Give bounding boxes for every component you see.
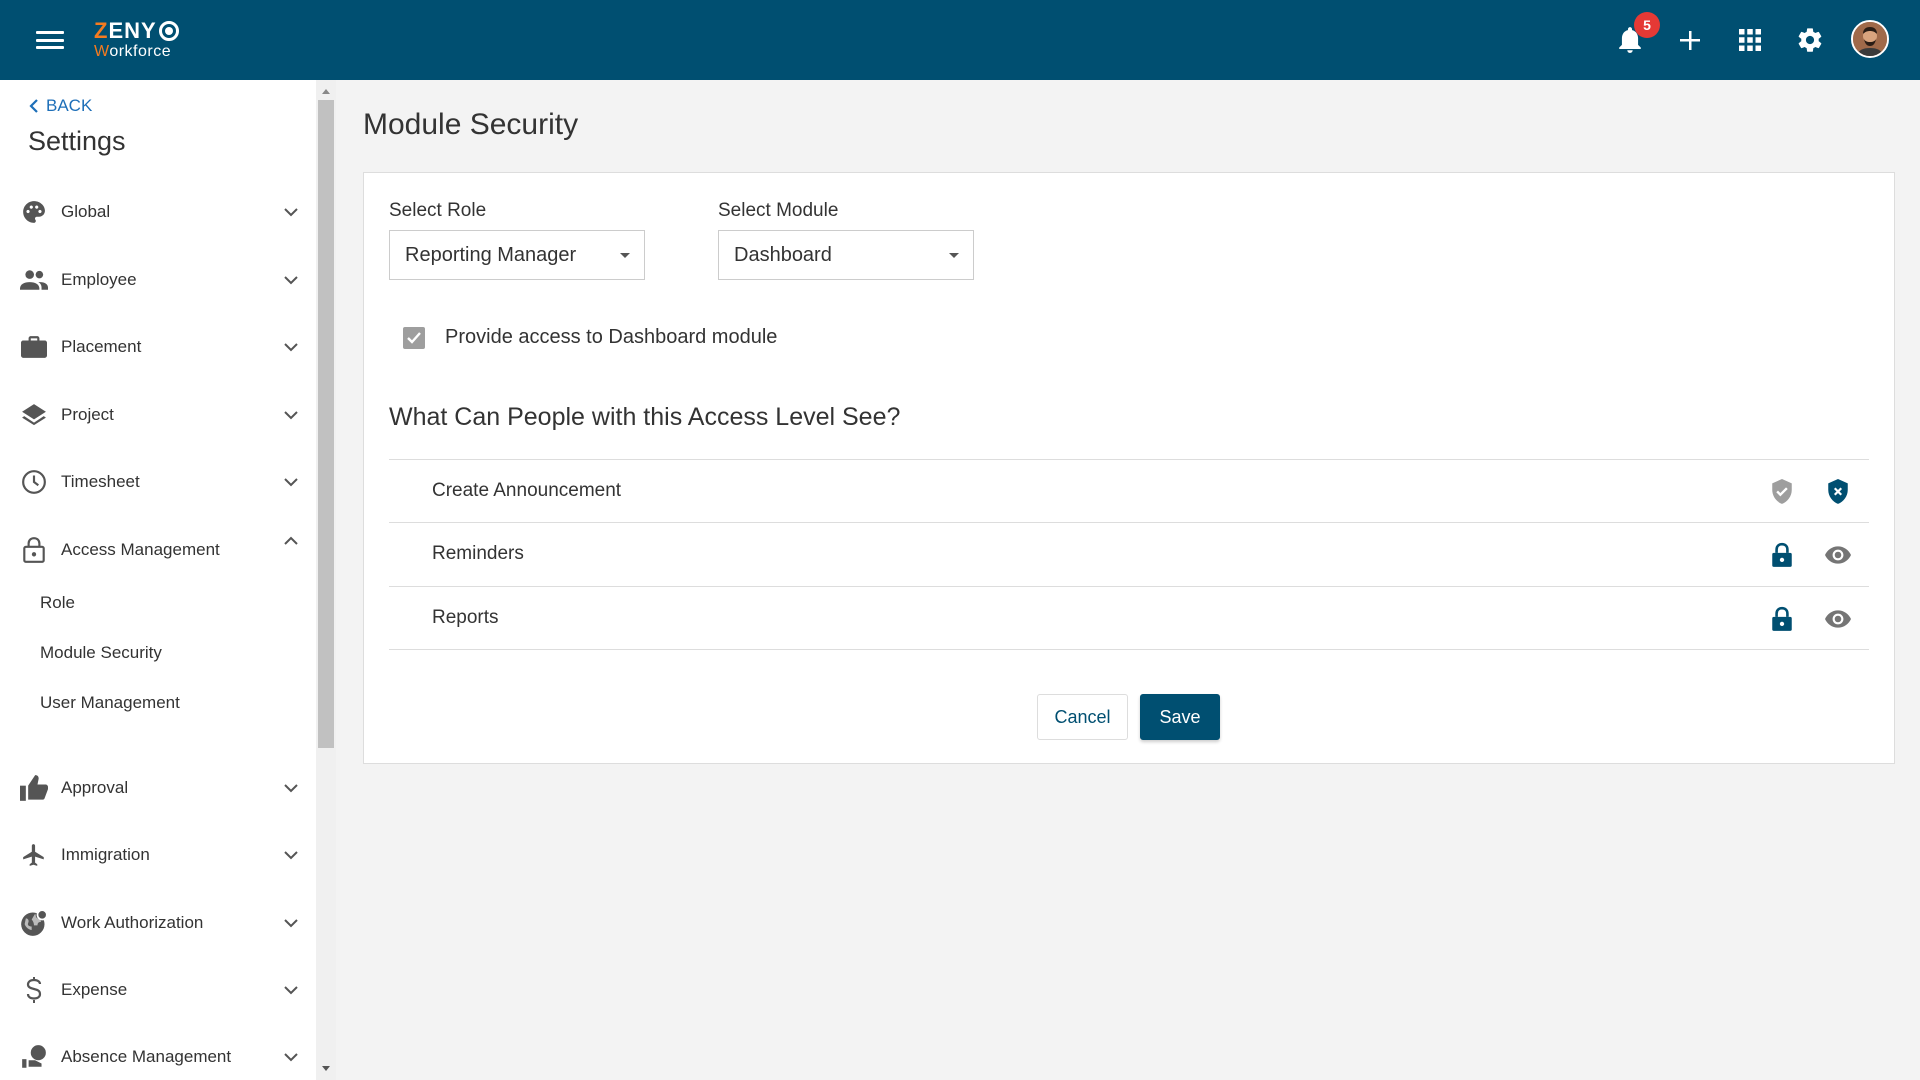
shield-check-icon[interactable] — [1768, 478, 1796, 506]
chevron-down-icon[interactable] — [282, 1048, 300, 1066]
select-role-label: Select Role — [389, 200, 487, 221]
sidebar-item-label: Project — [61, 405, 114, 424]
sidebar-subitem-user-management[interactable]: User Management — [40, 693, 180, 713]
notification-bell-icon[interactable]: 5 — [1614, 12, 1660, 56]
sidebar-title: Settings — [28, 126, 126, 156]
chevron-down-icon[interactable] — [282, 981, 300, 999]
sidebar-item-work-authorization[interactable]: Work Authorization — [0, 899, 316, 947]
eye-icon[interactable] — [1824, 605, 1852, 633]
permission-row: Reminders — [389, 522, 1869, 586]
logo-text-orkforce: orkforce — [109, 43, 172, 60]
access-level-heading: What Can People with this Access Level S… — [389, 403, 901, 431]
logo-text-z: Z — [94, 18, 109, 43]
chevron-down-icon[interactable] — [282, 779, 300, 797]
sidebar-item-label: Immigration — [61, 845, 150, 864]
lock-icon[interactable] — [1768, 605, 1796, 633]
permission-label: Create Announcement — [432, 480, 622, 501]
logo-text-w: W — [94, 43, 110, 60]
role-select-value: Reporting Manager — [405, 243, 577, 266]
dropdown-caret-icon — [949, 253, 959, 258]
briefcase-icon — [20, 333, 48, 361]
scroll-up-arrow-icon[interactable] — [320, 86, 332, 96]
sidebar-item-label: Work Authorization — [61, 913, 204, 932]
module-select-value: Dashboard — [734, 243, 832, 266]
chevron-down-icon[interactable] — [282, 271, 300, 289]
sidebar-item-label: Global — [61, 202, 111, 221]
gear-icon[interactable] — [1794, 24, 1826, 56]
chevron-down-icon[interactable] — [282, 338, 300, 356]
sidebar-subitem-role[interactable]: Role — [40, 593, 75, 613]
shield-x-icon[interactable] — [1824, 478, 1852, 506]
sidebar-item-placement[interactable]: Placement — [0, 323, 316, 371]
notification-badge: 5 — [1634, 12, 1660, 38]
sidebar-item-label: Employee — [61, 270, 137, 289]
sidebar-item-approval[interactable]: Approval — [0, 764, 316, 812]
people-icon — [20, 266, 48, 294]
thumbs-up-icon — [20, 774, 48, 802]
sidebar-item-expense[interactable]: Expense — [0, 966, 316, 1014]
scrollbar-thumb[interactable] — [318, 100, 334, 748]
cancel-button[interactable]: Cancel — [1037, 694, 1128, 740]
dropdown-caret-icon — [620, 253, 630, 258]
lock-icon[interactable] — [1768, 541, 1796, 569]
provide-access-checkbox[interactable] — [403, 327, 425, 349]
user-avatar[interactable] — [1851, 20, 1889, 58]
palette-icon — [20, 198, 48, 226]
chevron-down-icon[interactable] — [282, 846, 300, 864]
back-link[interactable]: BACK — [28, 96, 92, 116]
sidebar-item-absence-management[interactable]: Absence Management — [0, 1033, 316, 1080]
provide-access-label: Provide access to Dashboard module — [445, 326, 778, 348]
eye-icon[interactable] — [1824, 541, 1852, 569]
permission-label: Reports — [432, 607, 499, 628]
lock-outline-icon — [20, 536, 48, 564]
layers-icon — [20, 401, 48, 429]
person-pin-icon — [20, 1043, 48, 1071]
logo-ring-icon — [158, 21, 179, 41]
sidebar-item-project[interactable]: Project — [0, 391, 316, 439]
logo-text-eny: ENY — [108, 18, 157, 43]
sidebar-item-label: Access Management — [61, 540, 220, 559]
sidebar-item-label: Placement — [61, 337, 142, 356]
chevron-left-icon — [29, 99, 38, 113]
permission-row: Create Announcement — [389, 459, 1869, 523]
chevron-down-icon[interactable] — [282, 203, 300, 221]
logo[interactable]: Z ENY Workforce — [94, 20, 179, 60]
sidebar-item-access-management[interactable]: Access Management — [0, 526, 316, 574]
sidebar-item-immigration[interactable]: Immigration — [0, 831, 316, 879]
globe-icon — [20, 909, 48, 937]
apps-grid-icon[interactable] — [1734, 24, 1766, 56]
scroll-down-arrow-icon[interactable] — [320, 1064, 332, 1074]
sidebar-item-label: Absence Management — [61, 1047, 232, 1066]
select-module-label: Select Module — [718, 200, 839, 221]
permission-label: Reminders — [432, 543, 524, 564]
sidebar-subitem-module-security[interactable]: Module Security — [40, 643, 162, 663]
chevron-down-icon[interactable] — [282, 473, 300, 491]
permission-row: Reports — [389, 586, 1869, 650]
sidebar-item-global[interactable]: Global — [0, 188, 316, 236]
sidebar-item-timesheet[interactable]: Timesheet — [0, 458, 316, 506]
sidebar-item-label: Expense — [61, 980, 128, 999]
dollar-icon — [20, 976, 48, 1004]
chevron-down-icon[interactable] — [282, 406, 300, 424]
role-select[interactable]: Reporting Manager — [389, 230, 645, 280]
checkmark-icon — [407, 332, 421, 344]
chevron-down-icon[interactable] — [282, 914, 300, 932]
module-select[interactable]: Dashboard — [718, 230, 974, 280]
page-title: Module Security — [363, 108, 579, 141]
back-label: BACK — [46, 96, 93, 115]
add-icon[interactable] — [1674, 24, 1706, 56]
sidebar-item-label: Timesheet — [61, 472, 140, 491]
clock-icon — [20, 468, 48, 496]
sidebar-item-label: Approval — [61, 778, 129, 797]
sidebar-item-employee[interactable]: Employee — [0, 256, 316, 304]
menu-icon[interactable] — [36, 28, 64, 52]
airplane-icon — [20, 841, 48, 869]
save-button[interactable]: Save — [1140, 694, 1220, 740]
chevron-up-icon[interactable] — [282, 532, 300, 550]
